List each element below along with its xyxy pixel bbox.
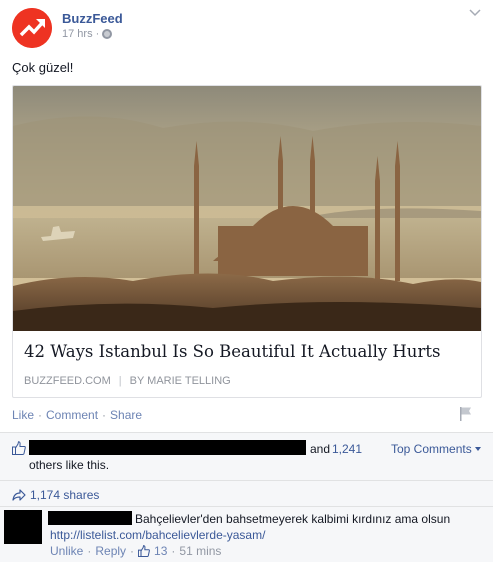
buzzfeed-trending-arrow-icon — [12, 8, 52, 48]
post-meta: 17 hrs · — [62, 28, 113, 40]
top-comments-dropdown[interactable]: Top Comments — [391, 442, 481, 456]
istanbul-mosque-image[interactable] — [13, 86, 481, 331]
post-header: BuzzFeed 17 hrs · — [12, 8, 482, 48]
page-name[interactable]: BuzzFeed — [62, 11, 123, 26]
link-preview[interactable]: 42 Ways Istanbul Is So Beautiful It Actu… — [12, 85, 482, 398]
actions-separator: · — [102, 408, 107, 422]
likes-count[interactable]: 1,241 — [332, 442, 362, 456]
facebook-post: BuzzFeed 17 hrs · Çok güzel! 42 Ways Ist… — [0, 0, 493, 562]
chevron-down-icon[interactable] — [468, 8, 482, 18]
comment-actions-separator: · — [171, 544, 176, 558]
likes-and: and — [310, 442, 331, 456]
globe-icon — [102, 29, 113, 39]
comment-like-count[interactable]: 13 — [154, 544, 167, 558]
link-author: BY MARIE TELLING — [129, 375, 231, 387]
comment-text: Bahçelievler'den bahsetmeyerek kalbimi k… — [135, 512, 451, 526]
comment-link[interactable]: http://listelist.com/bahcelievlerde-yasa… — [50, 528, 265, 542]
divider — [0, 506, 493, 507]
comment-time[interactable]: 51 mins — [179, 544, 221, 558]
page-avatar[interactable] — [12, 8, 52, 48]
likes-summary: and 1,241 others like this. Top Comments — [12, 440, 483, 474]
post-actions: Like · Comment · Share — [12, 408, 142, 422]
top-comments-label: Top Comments — [391, 442, 472, 456]
flag-icon[interactable] — [459, 406, 473, 422]
like-button[interactable]: Like — [12, 408, 34, 422]
comment-actions-separator: · — [87, 544, 92, 558]
share-arrow-icon — [12, 489, 26, 501]
reply-button[interactable]: Reply — [95, 544, 126, 558]
shares-count: 1,174 shares — [30, 488, 100, 502]
comment-actions: Unlike · Reply · 13 · 51 mins — [50, 544, 221, 558]
share-button[interactable]: Share — [110, 408, 142, 422]
redacted-avatar[interactable] — [4, 510, 42, 544]
link-separator: | — [118, 375, 122, 387]
divider — [0, 480, 493, 481]
comment-button[interactable]: Comment — [46, 408, 98, 422]
link-source: BUZZFEED.COM | BY MARIE TELLING — [24, 375, 231, 387]
link-domain: BUZZFEED.COM — [24, 375, 111, 387]
redacted-commenter-name — [48, 511, 132, 525]
comment-actions-separator: · — [130, 544, 135, 558]
post-message: Çok güzel! — [12, 60, 74, 75]
thumbs-up-icon — [12, 441, 26, 455]
comment: Bahçelievler'den bahsetmeyerek kalbimi k… — [4, 510, 489, 560]
caret-down-icon — [474, 447, 481, 451]
shares-summary[interactable]: 1,174 shares — [12, 488, 99, 502]
likes-others: others like this. — [29, 458, 110, 472]
post-time[interactable]: 17 hrs — [62, 28, 93, 40]
redacted-names — [29, 440, 306, 455]
thumbs-up-icon — [138, 545, 150, 557]
link-title[interactable]: 42 Ways Istanbul Is So Beautiful It Actu… — [24, 342, 440, 361]
divider — [0, 432, 493, 433]
unlike-button[interactable]: Unlike — [50, 544, 83, 558]
actions-separator: · — [38, 408, 43, 422]
meta-separator: · — [95, 28, 100, 40]
